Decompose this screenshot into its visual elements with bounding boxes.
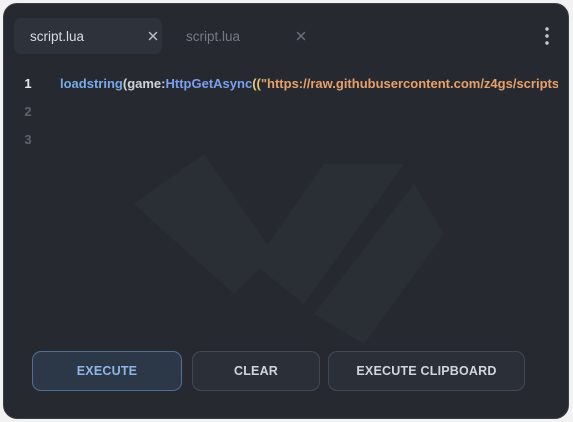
code-line: 2 [4, 98, 568, 126]
line-number: 3 [24, 132, 32, 147]
executor-window: script.lua script.lua 1 loadstring(game:… [3, 3, 569, 419]
line-number: 2 [24, 104, 32, 119]
clear-button[interactable]: CLEAR [192, 351, 320, 391]
tab-script-1[interactable]: script.lua [14, 18, 162, 54]
code-token-string: "https://raw.githubusercontent.com/z4gs/… [260, 76, 558, 91]
code-token-object: game [127, 76, 162, 91]
code-token-method: HttpGetAsync [165, 76, 253, 91]
code-token-paren: (( [252, 76, 261, 91]
close-icon[interactable] [144, 27, 162, 45]
close-icon[interactable] [292, 27, 310, 45]
line-number: 1 [24, 76, 32, 91]
code-text[interactable]: loadstring(game:HttpGetAsync(("https://r… [60, 76, 558, 91]
code-token-function: loadstring [60, 76, 123, 91]
code-line: 1 loadstring(game:HttpGetAsync(("https:/… [4, 70, 568, 98]
code-line: 3 [4, 126, 568, 154]
tab-label: script.lua [30, 28, 85, 44]
code-editor[interactable]: 1 loadstring(game:HttpGetAsync(("https:/… [4, 66, 568, 336]
tab-script-2[interactable]: script.lua [170, 18, 318, 54]
execute-button[interactable]: EXECUTE [32, 351, 182, 391]
more-vertical-icon[interactable] [542, 26, 552, 46]
execute-clipboard-button[interactable]: EXECUTE CLIPBOARD [328, 351, 525, 391]
